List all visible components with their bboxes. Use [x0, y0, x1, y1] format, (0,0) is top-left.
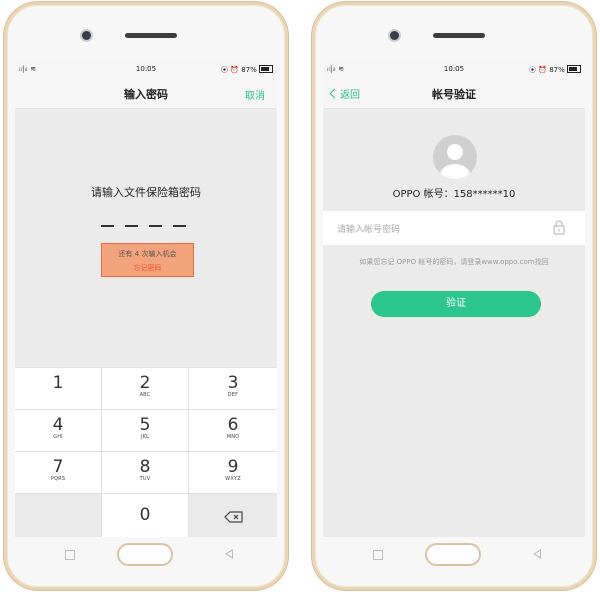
status-right: ⦿ ⏰ 87% — [529, 65, 581, 75]
hardware-nav — [315, 535, 593, 575]
front-camera — [82, 31, 91, 40]
key-1[interactable]: 1 — [15, 367, 102, 409]
phone-right: ᵢₗ|ᵢₗ ≋ 10:05 ⦿ ⏰ 87% 返回 帐号验证 OPPO 帐号：15… — [312, 2, 596, 590]
key-digit: 6 — [227, 415, 239, 435]
earpiece-speaker — [125, 33, 177, 38]
key-digit: 4 — [52, 415, 64, 435]
page-title: 帐号验证 — [432, 88, 476, 101]
battery-percent: 87% — [549, 66, 565, 74]
page-title: 输入密码 — [124, 88, 168, 101]
key-letters: JKL — [140, 434, 150, 440]
key-2[interactable]: 2 ABC — [102, 367, 189, 409]
home-button[interactable] — [425, 543, 481, 566]
password-entry-screen: ᵢₗ|ᵢₗ ≋ 10:05 ⦿ ⏰ 87% 输入密码 取消 请输入文件保险箱密码… — [15, 61, 277, 537]
lock-icon — [553, 220, 565, 239]
home-button[interactable] — [117, 543, 173, 566]
back-icon[interactable] — [533, 549, 541, 559]
numeric-keypad: 1 2 ABC 3 DEF 4 GHI 5 JKL 6 MNO 7 PQRS 8… — [15, 367, 277, 537]
front-camera — [390, 31, 399, 40]
password-field[interactable]: 请输入帐号密码 — [323, 211, 585, 245]
avatar — [433, 135, 477, 179]
recent-apps-icon[interactable] — [65, 550, 75, 560]
attempts-highlight-box: 还有 4 次输入机会 忘记密码 — [101, 243, 194, 277]
key-letters: PQRS — [50, 476, 66, 482]
key-letters: MNO — [226, 434, 240, 440]
key-3[interactable]: 3 DEF — [189, 367, 277, 409]
key-4[interactable]: 4 GHI — [15, 409, 102, 451]
password-prompt: 请输入文件保险箱密码 — [91, 186, 201, 199]
key-letters: DEF — [227, 392, 239, 398]
key-6[interactable]: 6 MNO — [189, 409, 277, 451]
status-bar: ᵢₗ|ᵢₗ ≋ 10:05 ⦿ ⏰ 87% — [15, 61, 277, 78]
password-placeholder: 请输入帐号密码 — [337, 225, 401, 235]
battery-icon — [567, 65, 581, 73]
title-bar: 返回 帐号验证 — [323, 78, 585, 109]
verify-button[interactable]: 验证 — [371, 291, 541, 317]
back-icon[interactable] — [225, 549, 233, 559]
key-letters: TUV — [139, 476, 151, 482]
pin-slot — [125, 225, 138, 227]
title-bar: 输入密码 取消 — [15, 78, 277, 109]
earpiece-speaker — [433, 33, 485, 38]
account-label: OPPO 帐号：158******10 — [392, 189, 516, 200]
recent-apps-icon[interactable] — [373, 550, 383, 560]
phone-left: ᵢₗ|ᵢₗ ≋ 10:05 ⦿ ⏰ 87% 输入密码 取消 请输入文件保险箱密码… — [4, 2, 288, 590]
alarm-icon: ⦿ ⏰ — [529, 66, 547, 74]
key-digit: 1 — [52, 373, 64, 393]
key-8[interactable]: 8 TUV — [102, 451, 189, 493]
pin-slot — [101, 225, 114, 227]
hardware-nav — [7, 535, 285, 575]
key-digit: 9 — [227, 457, 239, 477]
forgot-password-link[interactable]: 忘记密码 — [102, 263, 193, 273]
battery-percent: 87% — [241, 66, 257, 74]
key-letters: WXYZ — [225, 476, 241, 482]
status-right: ⦿ ⏰ 87% — [221, 65, 273, 75]
pin-indicator — [101, 225, 186, 227]
key-digit: 5 — [139, 415, 151, 435]
key-5[interactable]: 5 JKL — [102, 409, 189, 451]
recovery-hint: 如果您忘记 OPPO 帐号的密码，请登录www.oppo.com找回 — [359, 258, 549, 266]
user-silhouette-icon — [440, 144, 470, 179]
status-bar: ᵢₗ|ᵢₗ ≋ 10:05 ⦿ ⏰ 87% — [323, 61, 585, 78]
cancel-button[interactable]: 取消 — [245, 87, 265, 102]
key-digit: 3 — [227, 373, 239, 393]
key-digit: 0 — [139, 505, 151, 525]
pin-slot — [173, 225, 186, 227]
key-letters: ABC — [139, 392, 151, 398]
key-letters: GHI — [53, 434, 63, 440]
key-digit: 8 — [139, 457, 151, 477]
pin-slot — [149, 225, 162, 227]
key-0[interactable]: 0 — [102, 493, 189, 537]
alarm-icon: ⦿ ⏰ — [221, 66, 239, 74]
key-digit: 7 — [52, 457, 64, 477]
key-blank — [15, 493, 102, 537]
key-7[interactable]: 7 PQRS — [15, 451, 102, 493]
key-9[interactable]: 9 WXYZ — [189, 451, 277, 493]
battery-icon — [259, 65, 273, 73]
key-digit: 2 — [139, 373, 151, 393]
backspace-key[interactable] — [189, 493, 277, 537]
backspace-icon — [224, 508, 243, 523]
account-verify-screen: ᵢₗ|ᵢₗ ≋ 10:05 ⦿ ⏰ 87% 返回 帐号验证 OPPO 帐号：15… — [323, 61, 585, 537]
attempts-remaining: 还有 4 次输入机会 — [118, 250, 177, 258]
